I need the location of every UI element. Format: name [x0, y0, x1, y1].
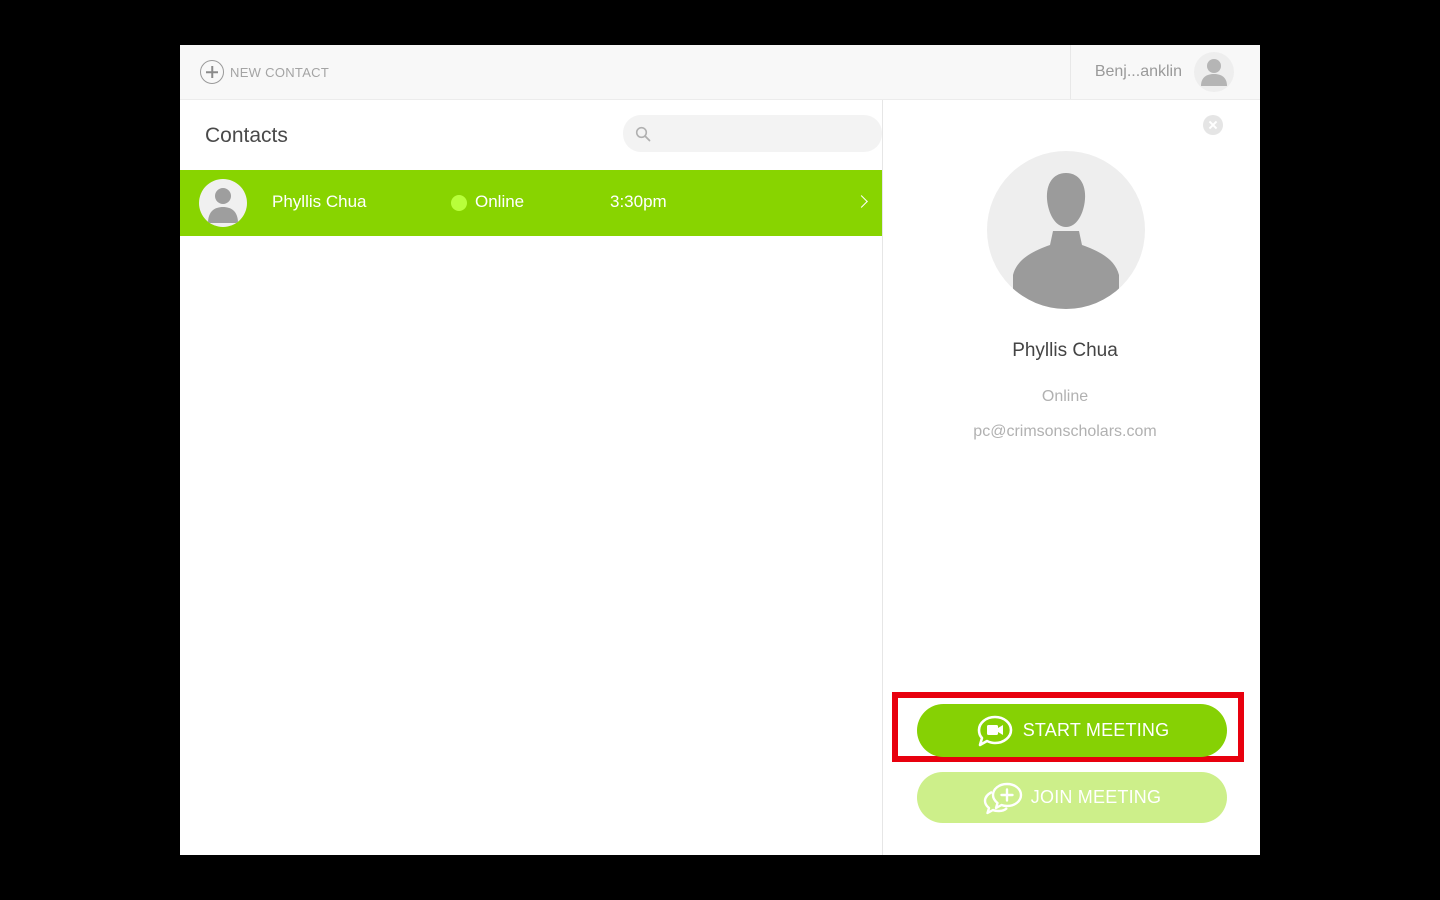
- new-contact-button[interactable]: NEW CONTACT: [200, 58, 329, 86]
- contact-detail-email: pc@crimsonscholars.com: [973, 423, 1157, 440]
- plus-circle-icon: [200, 60, 224, 84]
- contact-row[interactable]: Phyllis Chua Online 3:30pm: [180, 170, 882, 236]
- person-icon: [1201, 59, 1227, 86]
- contact-name: Phyllis Chua: [272, 192, 367, 211]
- online-status-dot: [451, 195, 467, 211]
- person-icon: [1013, 173, 1119, 309]
- search-icon: [635, 126, 651, 141]
- contact-detail-name: Phyllis Chua: [1012, 340, 1118, 361]
- join-meeting-button[interactable]: JOIN MEETING: [917, 772, 1227, 823]
- contact-status: Online: [475, 192, 525, 211]
- start-meeting-label: START MEETING: [1022, 720, 1170, 740]
- chat-plus-icon: [983, 782, 1022, 814]
- search-input[interactable]: [659, 124, 863, 143]
- app-window: NEW CONTACT Benj...anklin Contacts Phyll…: [180, 45, 1260, 855]
- start-meeting-button[interactable]: START MEETING: [917, 704, 1227, 757]
- contact-detail-avatar: [987, 151, 1145, 309]
- new-contact-label: NEW CONTACT: [230, 64, 330, 80]
- contact-detail-panel: Phyllis Chua Online pc@crimsonscholars.c…: [883, 100, 1260, 855]
- user-name: Benj...anklin: [1094, 63, 1182, 80]
- video-chat-icon: [977, 715, 1012, 746]
- top-bar: NEW CONTACT Benj...anklin: [180, 45, 1260, 100]
- contact-detail-status: Online: [1041, 388, 1089, 405]
- user-menu[interactable]: Benj...anklin: [1070, 45, 1260, 99]
- chevron-right-icon: [855, 195, 868, 208]
- user-avatar[interactable]: [1194, 52, 1234, 92]
- search-box[interactable]: [623, 115, 882, 152]
- join-meeting-label: JOIN MEETING: [1030, 787, 1162, 807]
- close-icon[interactable]: [1203, 115, 1223, 135]
- contacts-panel: Contacts Phyllis Chua Online 3:30pm: [180, 100, 883, 855]
- contact-time: 3:30pm: [610, 192, 667, 211]
- person-icon: [208, 188, 238, 223]
- contact-avatar: [199, 179, 247, 227]
- contacts-title: Contacts: [205, 124, 288, 147]
